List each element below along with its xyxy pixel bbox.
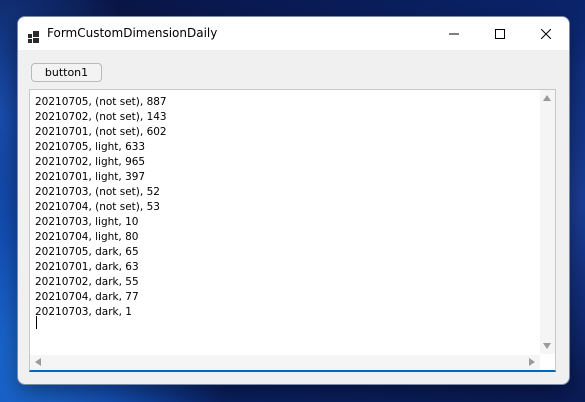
close-icon	[541, 28, 551, 39]
output-line: 20210705, dark, 65	[35, 246, 139, 258]
output-line: 20210703, (not set), 52	[35, 186, 160, 198]
minimize-icon	[449, 33, 459, 34]
scroll-left-arrow-icon[interactable]	[35, 358, 41, 366]
text-caret	[36, 316, 37, 329]
form-window: FormCustomDimensionDaily button1 2021070…	[17, 16, 570, 385]
output-line: 20210701, (not set), 602	[35, 126, 167, 138]
minimize-button[interactable]	[431, 17, 477, 50]
horizontal-scrollbar[interactable]	[30, 355, 540, 370]
output-line: 20210704, light, 80	[35, 231, 139, 243]
output-line: 20210702, dark, 55	[35, 276, 139, 288]
scroll-right-arrow-icon[interactable]	[529, 358, 535, 366]
close-button[interactable]	[523, 17, 569, 50]
button1[interactable]: button1	[31, 63, 102, 82]
output-lines: 20210705, (not set), 887 20210702, (not …	[35, 95, 167, 320]
app-window-icon	[28, 28, 40, 43]
output-line: 20210702, (not set), 143	[35, 111, 167, 123]
scroll-up-arrow-icon[interactable]	[543, 95, 551, 101]
output-line: 20210705, (not set), 887	[35, 96, 167, 108]
output-line: 20210705, light, 633	[35, 141, 146, 153]
output-line: 20210703, dark, 1	[35, 306, 132, 318]
window-title: FormCustomDimensionDaily	[47, 26, 218, 40]
output-line: 20210704, dark, 77	[35, 291, 139, 303]
output-textbox[interactable]: 20210705, (not set), 887 20210702, (not …	[29, 89, 556, 372]
maximize-icon	[495, 28, 505, 39]
output-line: 20210703, light, 10	[35, 216, 139, 228]
output-line: 20210701, dark, 63	[35, 261, 139, 273]
scroll-down-arrow-icon[interactable]	[543, 343, 551, 349]
output-line: 20210701, light, 397	[35, 171, 146, 183]
title-bar[interactable]: FormCustomDimensionDaily	[18, 17, 569, 50]
vertical-scrollbar[interactable]	[540, 90, 555, 354]
maximize-button[interactable]	[477, 17, 523, 50]
output-line: 20210704, (not set), 53	[35, 201, 160, 213]
output-line: 20210702, light, 965	[35, 156, 146, 168]
